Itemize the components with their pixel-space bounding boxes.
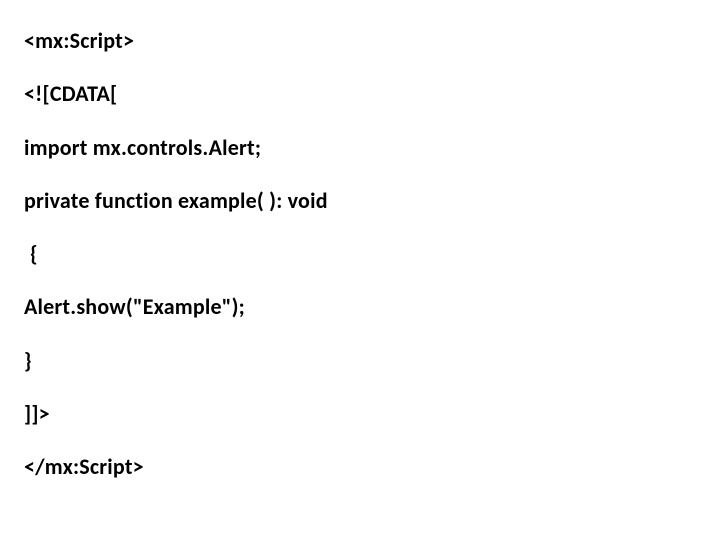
code-line-8: ]]> bbox=[24, 401, 696, 426]
code-line-1: <mx:Script> bbox=[24, 28, 696, 53]
code-line-7: } bbox=[24, 348, 696, 373]
code-line-9: </mx:Script> bbox=[24, 454, 696, 479]
code-line-4: private function example( ): void bbox=[24, 188, 696, 213]
code-line-5: { bbox=[24, 241, 696, 266]
code-line-2: <![CDATA[ bbox=[24, 81, 696, 106]
code-block: <mx:Script> <![CDATA[ import mx.controls… bbox=[0, 0, 720, 540]
code-line-6: Alert.show("Example"); bbox=[24, 294, 696, 319]
code-line-3: import mx.controls.Alert; bbox=[24, 135, 696, 160]
